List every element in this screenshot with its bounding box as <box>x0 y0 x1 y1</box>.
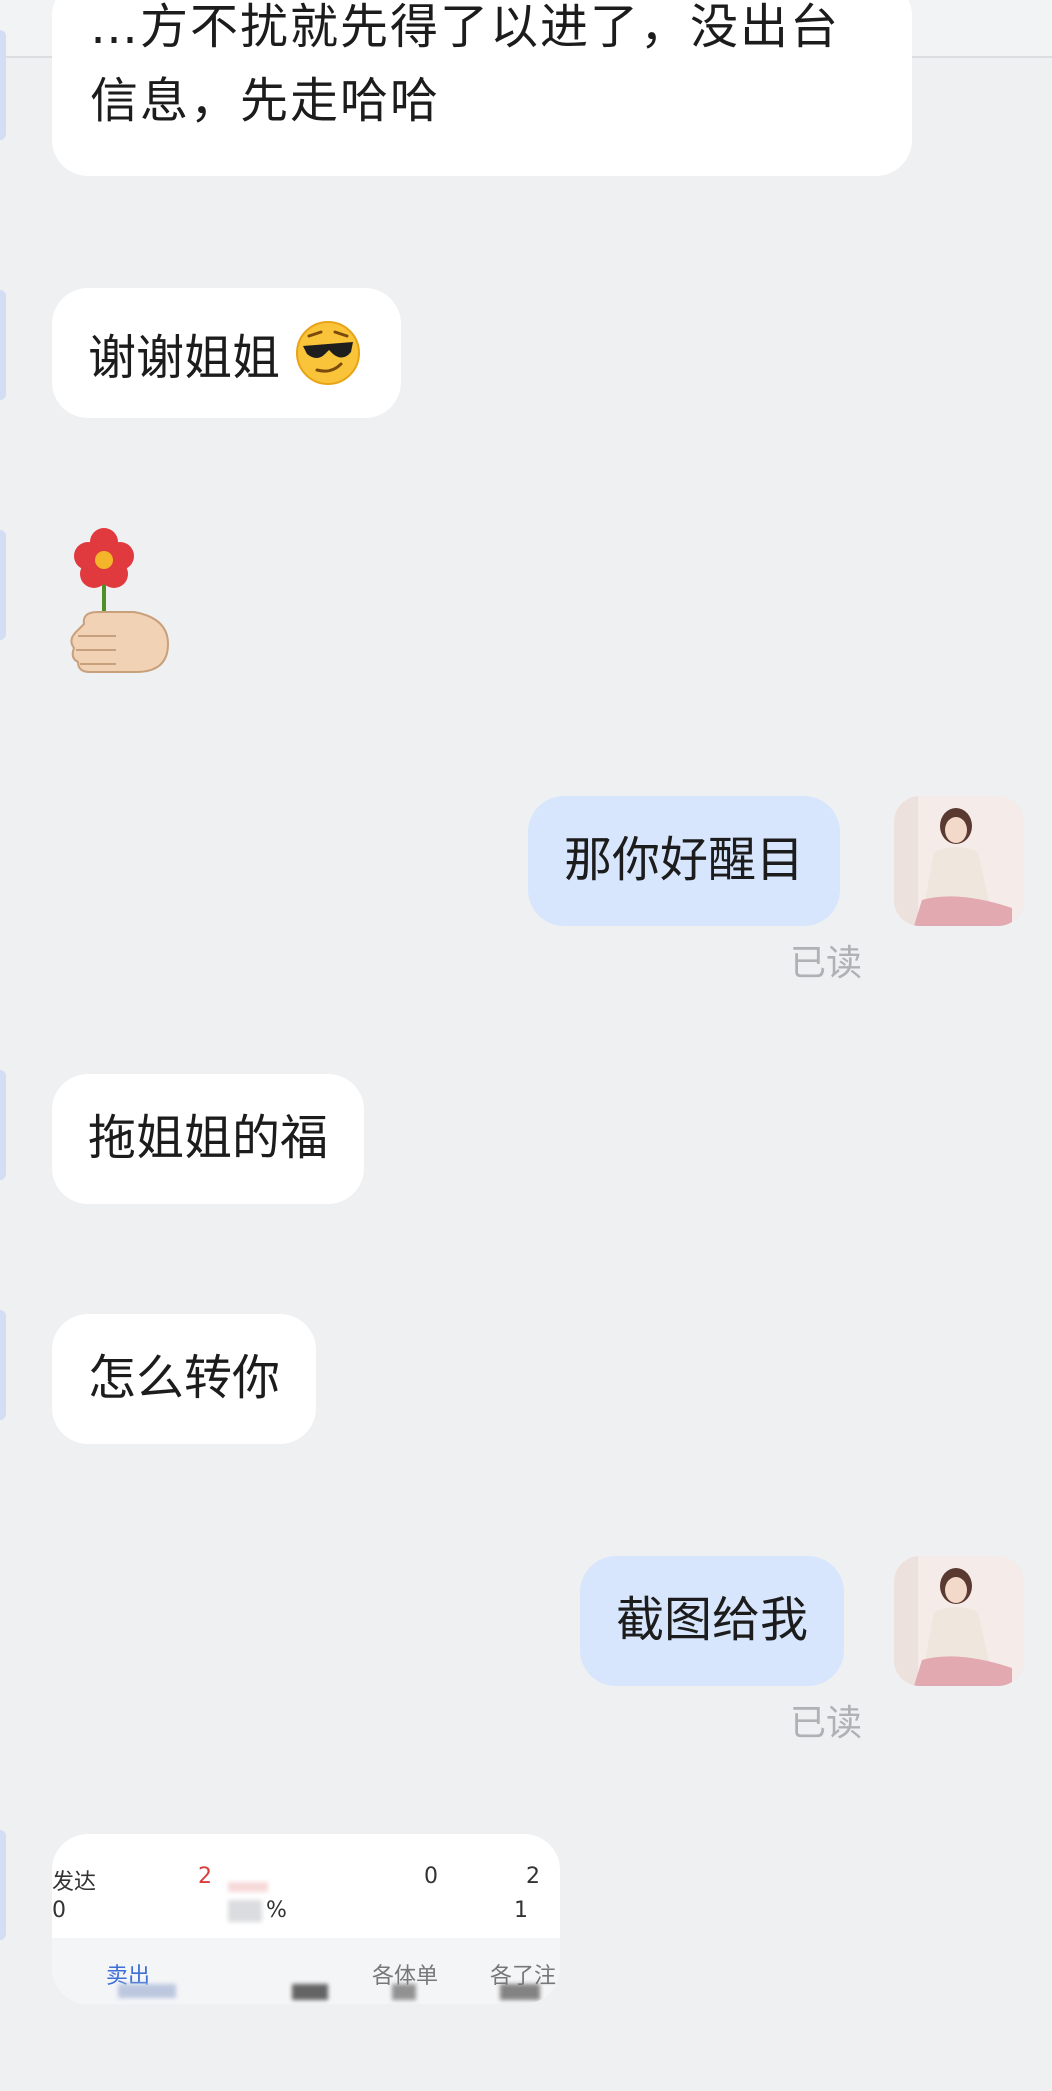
message-text: 怎么转你 <box>88 1350 281 1406</box>
message-bubble-outgoing[interactable]: 那你好醒目 <box>528 796 841 926</box>
message-bubble-incoming[interactable]: 拖姐姐的福 <box>52 1074 365 1204</box>
message-text: 拖姐姐的福 <box>88 1110 329 1166</box>
message-text-line: 信息，先走哈哈 <box>90 73 441 129</box>
redaction-mark <box>228 1900 262 1922</box>
read-receipt: 已读 <box>790 943 863 984</box>
redaction-mark <box>392 1984 416 2000</box>
screenshot-cell: 2 <box>198 1864 212 1889</box>
redaction-mark <box>228 1882 268 1892</box>
screenshot-cell: 0 <box>424 1864 438 1889</box>
screenshot-tab-bar: 卖出 各体单 各了注 <box>52 1938 560 2004</box>
message-text-line: …方不扰就先得了以进了，没出台 <box>90 0 841 55</box>
shared-screenshot-image[interactable]: 发达 2 0 2 0 % 1 卖出 各体单 各了注 <box>52 1834 560 2004</box>
screenshot-cell: 发达 <box>52 1870 97 1895</box>
message-bubble-incoming[interactable]: 谢谢姐姐 <box>52 288 402 418</box>
redaction-mark <box>118 1984 176 1998</box>
screenshot-cell: 2 <box>526 1864 540 1889</box>
contact-avatar-clipped[interactable] <box>0 290 6 400</box>
message-text: 截图给我 <box>616 1592 809 1648</box>
screenshot-cell: 0 <box>52 1898 66 1923</box>
sticker-flower-in-hand[interactable] <box>64 528 174 678</box>
redaction-mark <box>292 1984 328 2000</box>
contact-avatar-clipped[interactable] <box>0 1310 6 1420</box>
screenshot-cell: % <box>266 1898 287 1923</box>
my-avatar[interactable] <box>894 796 1024 926</box>
message-bubble-incoming[interactable]: 怎么转你 <box>52 1314 317 1444</box>
message-text: 谢谢姐姐 <box>88 330 281 386</box>
message-bubble-outgoing[interactable]: 截图给我 <box>580 1556 845 1686</box>
avatar-photo-icon <box>894 796 1024 926</box>
redaction-mark <box>500 1984 540 2000</box>
contact-avatar-clipped[interactable] <box>0 530 6 640</box>
flower-icon <box>70 528 170 673</box>
contact-avatar-clipped[interactable] <box>0 30 6 140</box>
contact-avatar-clipped[interactable] <box>0 1830 6 1940</box>
chat-screen: 好友 …方不扰就先得了以进了，没出台 信息，先走哈哈 谢谢姐姐 <box>0 0 1052 2091</box>
message-bubble-incoming[interactable]: …方不扰就先得了以进了，没出台 信息，先走哈哈 <box>52 0 912 176</box>
message-text: 那你好醒目 <box>564 832 805 888</box>
screenshot-cell: 1 <box>514 1898 528 1923</box>
sunglasses-emoji-icon <box>295 320 361 386</box>
avatar-photo-icon <box>894 1556 1024 1686</box>
my-avatar[interactable] <box>894 1556 1024 1686</box>
contact-avatar-clipped[interactable] <box>0 1070 6 1180</box>
read-receipt: 已读 <box>790 1703 863 1744</box>
